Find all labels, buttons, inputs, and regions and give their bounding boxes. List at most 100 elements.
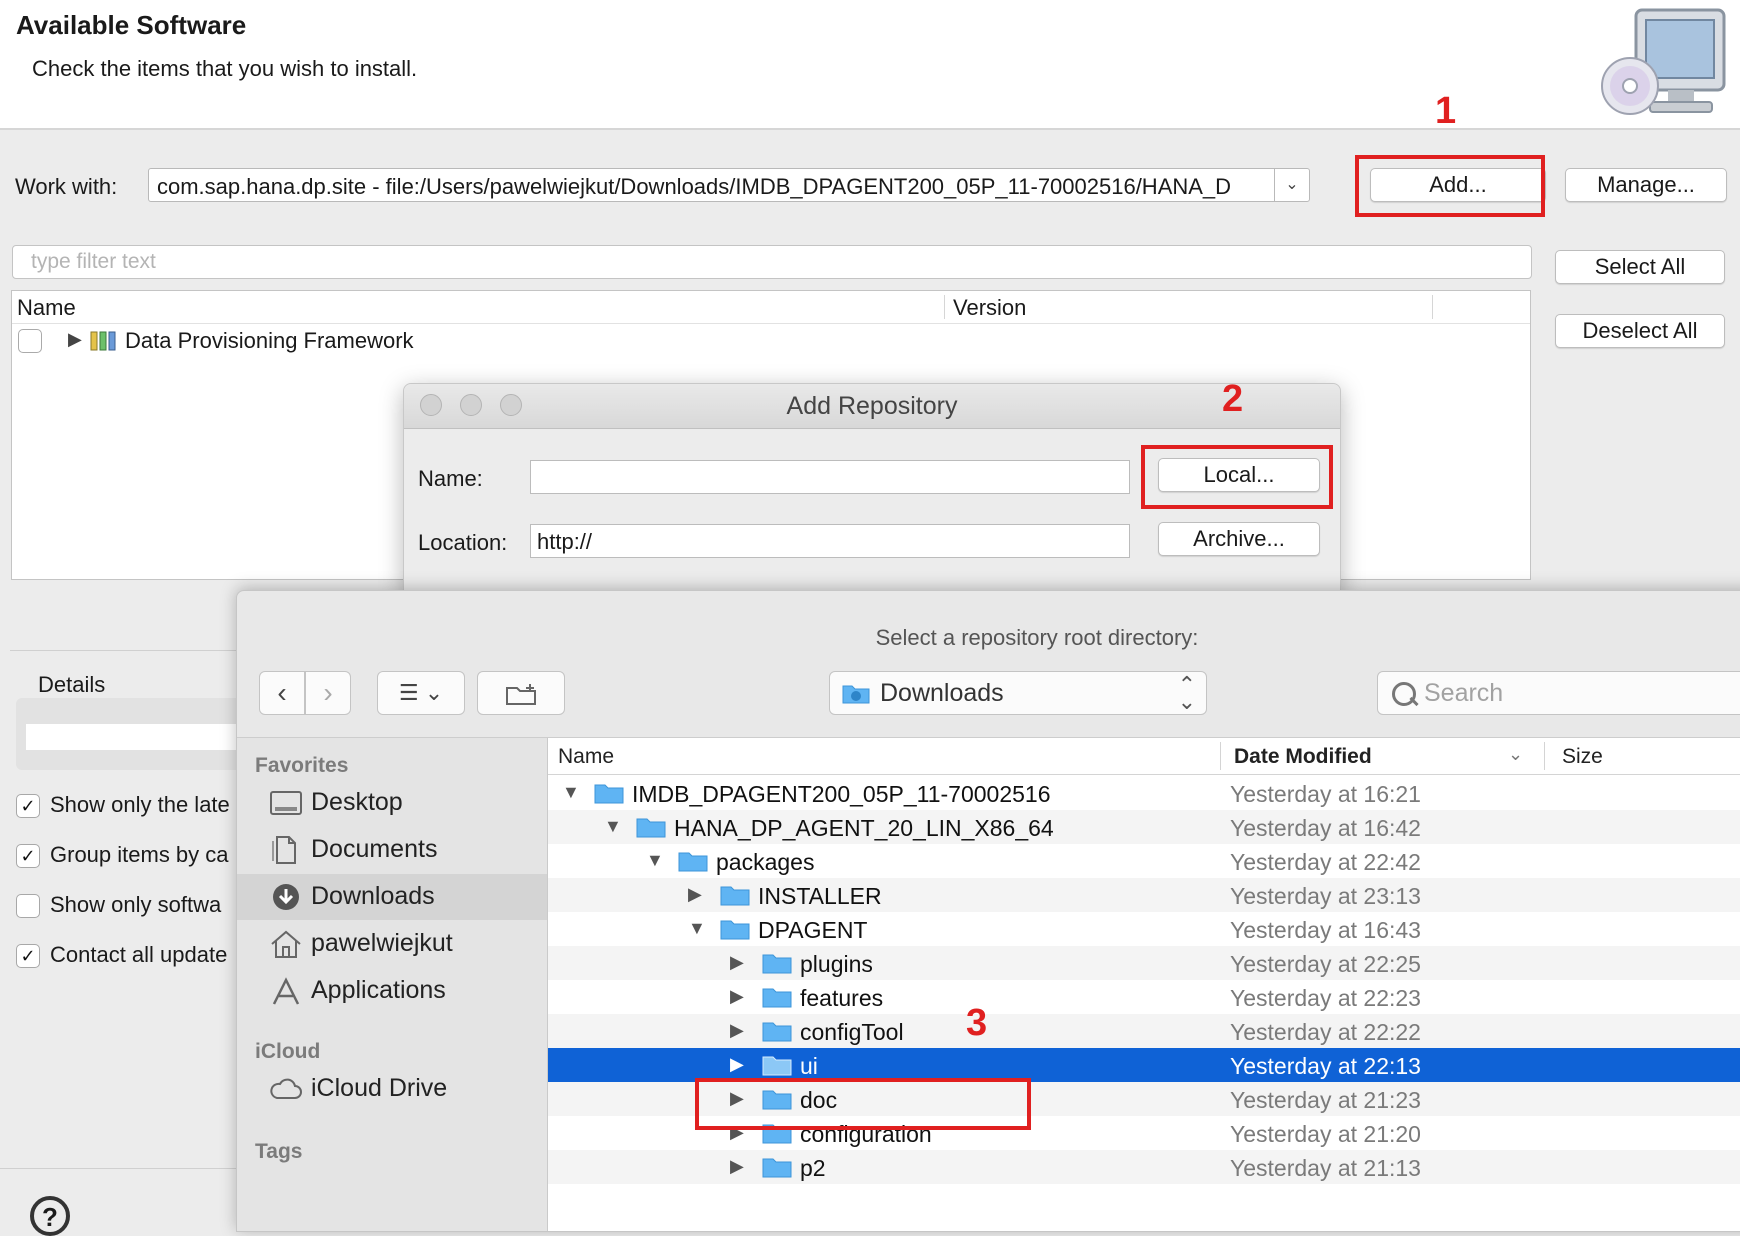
file-row-selected[interactable]: ▶ ui Yesterday at 22:13 (548, 1048, 1740, 1082)
sidebar-item-applications[interactable]: Applications (237, 968, 547, 1014)
sidebar-item-downloads[interactable]: Downloads (237, 874, 547, 920)
option-checkbox-applicable[interactable] (16, 894, 40, 918)
column-separator (1432, 295, 1433, 319)
view-options-button[interactable]: ☰ ⌄ (377, 671, 465, 715)
chevron-left-icon: ‹ (277, 677, 287, 708)
header-divider (12, 323, 1530, 324)
column-header-version[interactable]: Version (953, 295, 1026, 321)
collapsed-triangle-icon[interactable]: ▶ (730, 952, 744, 973)
collapsed-triangle-icon[interactable]: ▶ (730, 1020, 744, 1041)
column-separator (1220, 742, 1221, 770)
collapsed-triangle-icon[interactable]: ▶ (688, 884, 702, 905)
page-subtitle: Check the items that you wish to install… (32, 56, 418, 81)
work-with-value: com.sap.hana.dp.site - file:/Users/pawel… (157, 174, 1232, 199)
folder-icon (762, 1022, 792, 1042)
expand-triangle-icon[interactable]: ▶ (68, 329, 82, 350)
select-all-button[interactable]: Select All (1555, 250, 1725, 284)
annotation-number-1: 1 (1435, 90, 1457, 132)
file-name: ui (800, 1053, 818, 1079)
back-button[interactable]: ‹ (259, 671, 305, 715)
file-name: HANA_DP_AGENT_20_LIN_X86_64 (674, 815, 1054, 841)
sidebar-item-home[interactable]: pawelwiejkut (237, 921, 547, 967)
file-row[interactable]: ▼ packages Yesterday at 22:42 (548, 844, 1740, 878)
work-with-combo[interactable]: com.sap.hana.dp.site - file:/Users/pawel… (148, 168, 1310, 202)
new-folder-icon (506, 684, 536, 705)
help-icon[interactable]: ? (30, 1196, 70, 1236)
deselect-all-button[interactable]: Deselect All (1555, 314, 1725, 348)
name-input[interactable] (530, 460, 1130, 494)
column-header-name[interactable]: Name (558, 745, 614, 769)
chevron-down-icon[interactable]: ⌄ (1274, 169, 1309, 201)
search-input[interactable]: Search (1377, 671, 1740, 715)
filter-input[interactable]: type filter text (12, 245, 1532, 279)
manage-button[interactable]: Manage... (1565, 168, 1727, 202)
divider (0, 1168, 240, 1169)
expanded-triangle-icon[interactable]: ▼ (562, 782, 580, 803)
file-row[interactable]: ▼ DPAGENT Yesterday at 16:43 (548, 912, 1740, 946)
cloud-icon (270, 1078, 302, 1099)
file-name: INSTALLER (758, 883, 882, 909)
wizard-header: Available Software Check the items that … (0, 0, 1740, 130)
column-separator (944, 295, 945, 319)
install-software-icon (1601, 8, 1726, 115)
name-label: Name: (418, 466, 483, 491)
file-date: Yesterday at 22:13 (1230, 1053, 1421, 1079)
option-checkbox-group[interactable]: ✓ (16, 844, 40, 868)
home-icon (271, 930, 301, 958)
location-popup[interactable]: Downloads ⌃ ⌄ (829, 671, 1207, 715)
option-checkbox-latest[interactable]: ✓ (16, 794, 40, 818)
option-label: Group items by ca (50, 842, 229, 867)
row-checkbox[interactable] (18, 329, 42, 353)
file-row[interactable]: ▶ INSTALLER Yesterday at 23:13 (548, 878, 1740, 912)
page-title: Available Software (16, 10, 247, 40)
sidebar-item-label: pawelwiejkut (311, 929, 453, 957)
new-folder-button[interactable] (477, 671, 565, 715)
file-row[interactable]: ▶ p2 Yesterday at 21:13 (548, 1150, 1740, 1184)
column-header-name[interactable]: Name (17, 295, 76, 321)
file-row[interactable]: ▶ features Yesterday at 22:23 (548, 980, 1740, 1014)
applications-icon (272, 977, 300, 1005)
file-row[interactable]: ▼ HANA_DP_AGENT_20_LIN_X86_64 Yesterday … (548, 810, 1740, 844)
file-row[interactable]: ▶ plugins Yesterday at 22:25 (548, 946, 1740, 980)
file-row[interactable]: ▼ IMDB_DPAGENT200_05P_11-70002516 Yester… (548, 776, 1740, 810)
chooser-prompt: Select a repository root directory: (875, 625, 1199, 650)
sidebar-item-icloud-drive[interactable]: iCloud Drive (237, 1066, 547, 1112)
archive-button[interactable]: Archive... (1158, 522, 1320, 556)
sidebar-item-desktop[interactable]: Desktop (237, 780, 547, 826)
file-date: Yesterday at 22:25 (1230, 951, 1421, 977)
collapsed-triangle-icon[interactable]: ▶ (730, 1156, 744, 1177)
divider (10, 650, 240, 651)
sort-chevron-icon[interactable]: ⌄ (1508, 744, 1523, 765)
folder-icon (720, 920, 750, 940)
file-date: Yesterday at 21:20 (1230, 1121, 1421, 1147)
sidebar-item-label: Applications (311, 976, 446, 1004)
location-text: Downloads (880, 679, 1004, 707)
collapsed-triangle-icon[interactable]: ▶ (730, 1054, 744, 1075)
location-input[interactable]: http:// (530, 524, 1130, 558)
directory-chooser-sheet: Select a repository root directory: ‹ › … (236, 590, 1740, 1232)
forward-button[interactable]: › (305, 671, 351, 715)
sidebar-item-label: iCloud Drive (311, 1074, 448, 1102)
chevron-right-icon: › (323, 677, 333, 708)
file-date: Yesterday at 22:23 (1230, 985, 1421, 1011)
sidebar-item-documents[interactable]: Documents (237, 827, 547, 873)
dialog-titlebar: Add Repository (404, 384, 1340, 429)
work-with-label: Work with: (15, 174, 118, 199)
collapsed-triangle-icon[interactable]: ▶ (730, 986, 744, 1007)
expanded-triangle-icon[interactable]: ▼ (646, 850, 664, 871)
details-text (26, 724, 256, 750)
column-header-size[interactable]: Size (1562, 745, 1603, 769)
downloads-folder-icon (842, 685, 870, 704)
file-date: Yesterday at 21:13 (1230, 1155, 1421, 1181)
option-checkbox-contact-sites[interactable]: ✓ (16, 944, 40, 968)
expanded-triangle-icon[interactable]: ▼ (604, 816, 622, 837)
file-name: plugins (800, 951, 873, 977)
documents-icon (272, 836, 296, 864)
location-label: Location: (418, 530, 508, 555)
annotation-number-2: 2 (1222, 378, 1244, 420)
folder-icon (594, 784, 624, 804)
column-header-date-modified[interactable]: Date Modified (1234, 745, 1372, 769)
file-date: Yesterday at 16:21 (1230, 781, 1421, 807)
file-row[interactable]: ▶ configTool Yesterday at 22:22 (548, 1014, 1740, 1048)
expanded-triangle-icon[interactable]: ▼ (688, 918, 706, 939)
